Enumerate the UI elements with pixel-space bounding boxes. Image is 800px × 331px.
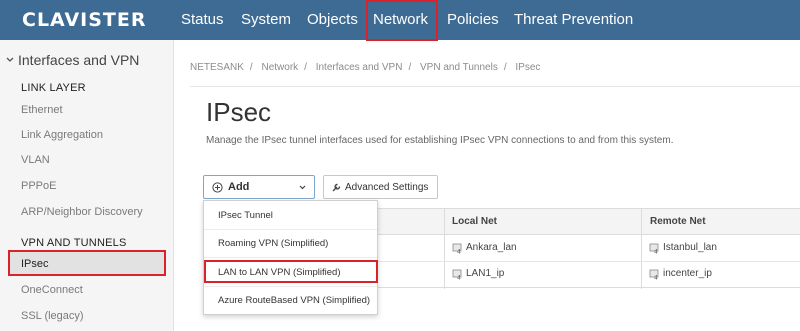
add-dropdown-menu: IPsec Tunnel Roaming VPN (Simplified) LA… — [203, 200, 378, 315]
clavister-logo[interactable]: CLAVISTER — [22, 9, 147, 31]
breadcrumb-item-ipsec: IPsec — [515, 62, 541, 73]
menu-divider — [204, 257, 377, 258]
menu-divider — [204, 286, 377, 287]
svg-text:4: 4 — [654, 275, 658, 281]
network-object-icon: 4 — [452, 269, 462, 281]
table-cell-local-net[interactable]: Ankara_lan — [466, 242, 517, 253]
sidebar-item-ssl-legacy[interactable]: SSL (legacy) — [21, 310, 84, 322]
table-cell-remote-net[interactable]: Istanbul_lan — [663, 242, 717, 253]
nav-objects[interactable]: Objects — [307, 0, 358, 40]
svg-text:4: 4 — [654, 249, 658, 255]
sidebar-header[interactable]: Interfaces and VPN — [18, 52, 139, 68]
breadcrumb: NETESANK / Network / Interfaces and VPN / V… — [190, 62, 541, 73]
add-button[interactable]: Add — [203, 175, 315, 199]
column-divider — [444, 209, 445, 289]
breadcrumb-item-netesank[interactable]: NETESANK — [190, 62, 244, 73]
column-header-local-net[interactable]: Local Net — [452, 216, 497, 227]
chevron-down-icon[interactable] — [6, 57, 14, 63]
breadcrumb-item-network[interactable]: Network — [261, 62, 298, 73]
breadcrumb-item-vpn-and-tunnels[interactable]: VPN and Tunnels — [420, 62, 498, 73]
section-vpn-and-tunnels: VPN AND TUNNELS — [21, 237, 127, 249]
add-button-label: Add — [228, 181, 250, 193]
advanced-settings-button[interactable]: Advanced Settings — [323, 175, 438, 199]
sidebar-item-ethernet[interactable]: Ethernet — [21, 104, 63, 116]
table-cell-local-net[interactable]: LAN1_ip — [466, 268, 504, 279]
sidebar-item-arp-neighbor-discovery[interactable]: ARP/Neighbor Discovery — [21, 206, 143, 218]
breadcrumb-divider — [190, 86, 800, 87]
nav-threat-prevention[interactable]: Threat Prevention — [514, 0, 633, 40]
nav-status[interactable]: Status — [181, 0, 224, 40]
advanced-settings-label: Advanced Settings — [345, 182, 429, 193]
column-divider — [641, 209, 642, 289]
svg-text:4: 4 — [457, 249, 461, 255]
menu-divider — [204, 229, 377, 230]
table-cell-remote-net[interactable]: incenter_ip — [663, 268, 712, 279]
ipsec-highlight-box — [8, 250, 166, 276]
sidebar-item-pppoe[interactable]: PPPoE — [21, 180, 56, 192]
lan-to-lan-highlight-box — [204, 260, 378, 283]
network-object-icon: 4 — [452, 243, 462, 255]
section-link-layer: LINK LAYER — [21, 82, 86, 94]
page-description: Manage the IPsec tunnel interfaces used … — [206, 135, 674, 146]
wrench-icon — [332, 183, 341, 192]
nav-policies[interactable]: Policies — [447, 0, 499, 40]
network-object-icon: 4 — [649, 269, 659, 281]
network-highlight-box — [366, 0, 438, 41]
page-title: IPsec — [206, 97, 272, 127]
sidebar: Interfaces and VPN LINK LAYER Ethernet L… — [0, 40, 174, 331]
sidebar-item-link-aggregation[interactable]: Link Aggregation — [21, 129, 103, 141]
sidebar-item-vlan[interactable]: VLAN — [21, 154, 50, 166]
breadcrumb-item-interfaces-and-vpn[interactable]: Interfaces and VPN — [316, 62, 403, 73]
nav-system[interactable]: System — [241, 0, 291, 40]
svg-text:4: 4 — [457, 275, 461, 281]
menu-item-ipsec-tunnel[interactable]: IPsec Tunnel — [218, 210, 273, 221]
sidebar-item-oneconnect[interactable]: OneConnect — [21, 284, 83, 296]
network-object-icon: 4 — [649, 243, 659, 255]
menu-item-azure-routebased-vpn[interactable]: Azure RouteBased VPN (Simplified) — [218, 295, 370, 306]
column-header-remote-net[interactable]: Remote Net — [650, 216, 706, 227]
plus-circle-icon — [212, 182, 223, 193]
chevron-down-icon — [299, 185, 306, 190]
menu-item-roaming-vpn[interactable]: Roaming VPN (Simplified) — [218, 238, 328, 249]
